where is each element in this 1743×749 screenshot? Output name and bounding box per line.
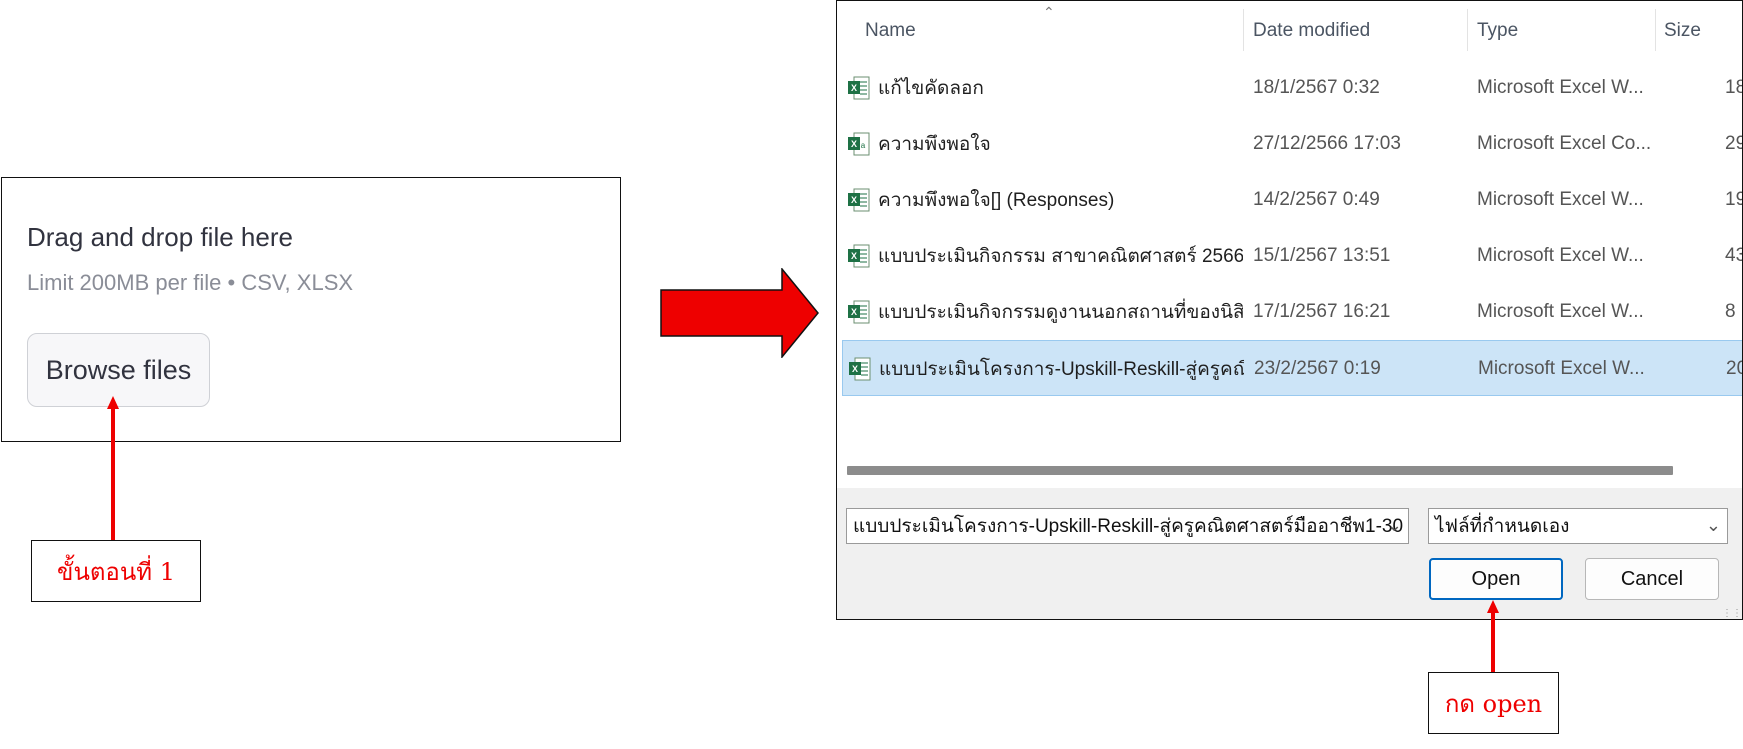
dropzone-limit-text: Limit 200MB per file • CSV, XLSX <box>27 270 354 295</box>
file-date: 14/2/2567 0:49 <box>1253 189 1380 210</box>
filetype-select[interactable]: ไฟล์ที่กำหนดเอง ⌄ <box>1428 508 1728 544</box>
excel-file-icon: X <box>848 76 870 100</box>
filename-value: แบบประเมินโครงการ-Upskill-Reskill-สู่ครู… <box>853 516 1404 537</box>
file-date: 18/1/2567 0:32 <box>1253 77 1380 98</box>
press-open-label: กด open <box>1444 689 1543 718</box>
dialog-footer: แบบประเมินโครงการ-Upskill-Reskill-สู่ครู… <box>837 488 1742 619</box>
file-name: แบบประเมินกิจกรรมดูงานนอกสถานที่ของนิสิต… <box>878 302 1243 323</box>
file-type: Microsoft Excel W... <box>1477 189 1644 210</box>
open-arrow-line <box>1491 612 1495 672</box>
file-date: 23/2/2567 0:19 <box>1254 358 1381 379</box>
column-header-type[interactable]: Type <box>1477 13 1518 49</box>
step1-label: ขั้นตอนที่ 1 <box>57 557 175 586</box>
file-type: Microsoft Excel Co... <box>1477 133 1652 154</box>
dropzone-title: Drag and drop file here <box>27 222 293 252</box>
horizontal-scrollbar[interactable] <box>847 466 1673 475</box>
cancel-button[interactable]: Cancel <box>1585 558 1719 600</box>
file-name: ความพึงพอใจ <box>878 134 991 155</box>
excel-file-icon: X <box>848 244 870 268</box>
file-row[interactable]: X แบบประเมินกิจกรรมดูงานนอกสถานที่ของนิส… <box>842 284 1742 340</box>
file-name: แบบประเมินโครงการ-Upskill-Reskill-สู่ครู… <box>879 359 1244 380</box>
excel-file-icon: X <box>848 188 870 212</box>
file-size: 19 <box>1725 189 1742 210</box>
column-divider[interactable] <box>1243 9 1244 51</box>
file-row[interactable]: X แก้ไขคัดลอก 18/1/2567 0:32 Microsoft E… <box>842 60 1742 116</box>
excel-file-icon: X <box>848 300 870 324</box>
file-row-selected[interactable]: X แบบประเมินโครงการ-Upskill-Reskill-สู่ค… <box>842 340 1742 396</box>
file-uploader-dropzone[interactable]: Drag and drop file here Limit 200MB per … <box>1 177 621 442</box>
column-header-date[interactable]: Date modified <box>1253 13 1370 49</box>
column-header-name[interactable]: Name <box>865 13 916 49</box>
svg-text:X: X <box>851 139 857 149</box>
sort-ascending-icon: ⌃ <box>1043 4 1055 20</box>
file-size: 18 <box>1725 77 1742 98</box>
step1-label-box: ขั้นตอนที่ 1 <box>31 540 201 602</box>
resize-grip-icon[interactable]: ⋮⋮ <box>1722 608 1742 619</box>
filetype-value: ไฟล์ที่กำหนดเอง <box>1435 516 1570 537</box>
file-date: 27/12/2566 17:03 <box>1253 133 1401 154</box>
svg-text:a: a <box>861 141 866 150</box>
svg-text:X: X <box>851 83 857 93</box>
file-row[interactable]: aX ความพึงพอใจ 27/12/2566 17:03 Microsof… <box>842 116 1742 172</box>
excel-file-icon: X <box>849 357 871 381</box>
step1-arrow-line <box>111 408 115 540</box>
svg-text:X: X <box>852 364 858 374</box>
chevron-down-icon[interactable]: ⌄ <box>1706 515 1721 536</box>
open-button[interactable]: Open <box>1429 558 1563 600</box>
column-header-size[interactable]: Size <box>1664 13 1701 49</box>
file-open-dialog: ⌃ Name Date modified Type Size X แก้ไขคั… <box>836 0 1743 620</box>
file-type: Microsoft Excel W... <box>1477 77 1644 98</box>
file-size: 43 <box>1725 245 1742 266</box>
file-type: Microsoft Excel W... <box>1478 358 1645 379</box>
file-size: 8 <box>1725 301 1736 322</box>
file-size: 20 <box>1726 358 1742 379</box>
svg-text:X: X <box>851 251 857 261</box>
press-open-label-box: กด open <box>1428 672 1559 734</box>
column-divider[interactable] <box>1467 9 1468 51</box>
file-type: Microsoft Excel W... <box>1477 245 1644 266</box>
flow-arrow-icon <box>660 268 819 358</box>
file-date: 17/1/2567 16:21 <box>1253 301 1391 322</box>
file-size: 29 <box>1725 133 1742 154</box>
chevron-down-icon[interactable]: ⌄ <box>1387 515 1402 536</box>
column-divider[interactable] <box>1655 9 1656 51</box>
excel-csv-file-icon: aX <box>848 132 870 156</box>
file-name: ความพึงพอใจ[] (Responses) <box>878 190 1115 211</box>
file-name: แบบประเมินกิจกรรม สาขาคณิตศาสตร์ 2566 ก.… <box>878 246 1243 267</box>
file-name: แก้ไขคัดลอก <box>878 78 984 99</box>
file-date: 15/1/2567 13:51 <box>1253 245 1391 266</box>
file-row[interactable]: X ความพึงพอใจ[] (Responses) 14/2/2567 0:… <box>842 172 1742 228</box>
svg-text:X: X <box>851 307 857 317</box>
svg-text:X: X <box>851 195 857 205</box>
file-row[interactable]: X แบบประเมินกิจกรรม สาขาคณิตศาสตร์ 2566 … <box>842 228 1742 284</box>
file-type: Microsoft Excel W... <box>1477 301 1644 322</box>
filename-input[interactable]: แบบประเมินโครงการ-Upskill-Reskill-สู่ครู… <box>846 508 1409 544</box>
